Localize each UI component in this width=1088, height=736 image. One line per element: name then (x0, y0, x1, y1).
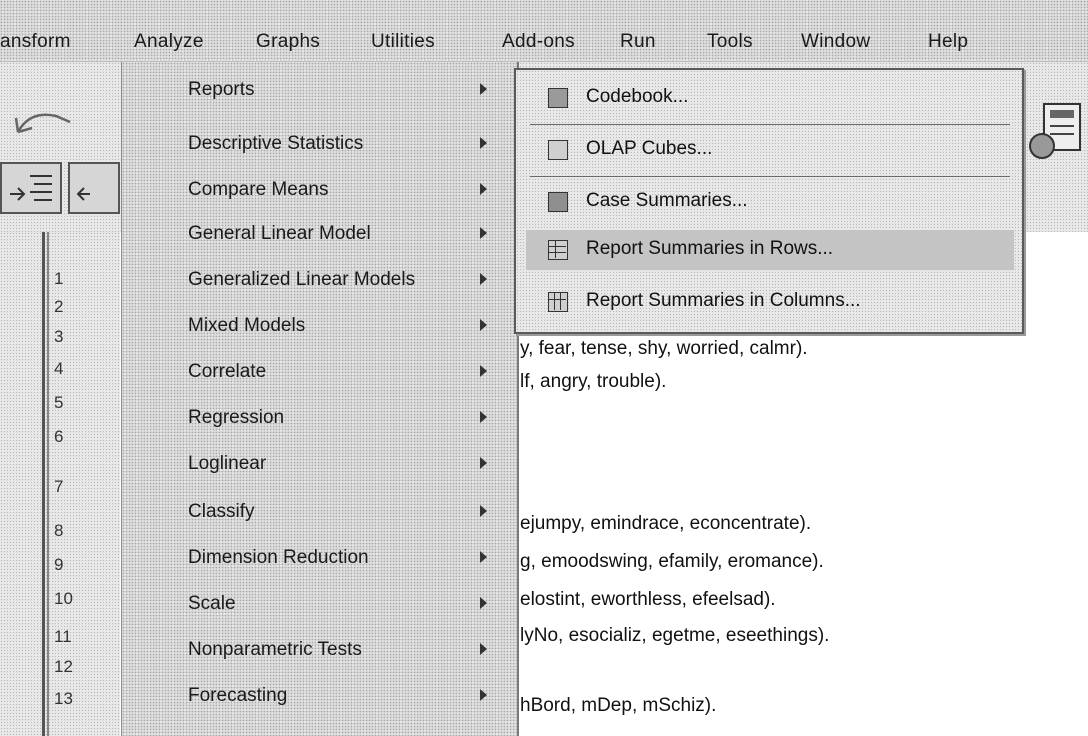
row-number: 13 (54, 689, 73, 708)
menu-item-forecasting[interactable]: Forecasting (188, 684, 287, 708)
syntax-line: lf, angry, trouble). (520, 371, 667, 392)
submenu-arrow-icon (480, 365, 487, 377)
submenu-arrow-icon (480, 319, 487, 331)
syntax-line: lyNo, esocializ, egetme, eseethings). (520, 625, 830, 646)
column-divider (42, 232, 45, 736)
menubar: ansform Analyze Graphs Utilities Add-ons… (0, 0, 1088, 62)
syntax-line: elostint, eworthless, efeelsad). (520, 589, 776, 610)
submenu-item-label: Codebook... (586, 86, 689, 107)
submenu-arrow-icon (480, 597, 487, 609)
menu-separator (530, 176, 1010, 177)
undo-icon[interactable] (10, 104, 80, 144)
submenu-item-report-summaries-columns[interactable]: Report Summaries in Columns... (526, 282, 1014, 322)
menu-graphs[interactable]: Graphs (256, 30, 320, 54)
menu-item-nonparametric-tests[interactable]: Nonparametric Tests (188, 638, 362, 662)
menu-item-classify[interactable]: Classify (188, 500, 255, 524)
goto-variable-icon (76, 187, 90, 201)
submenu-arrow-icon (480, 83, 487, 95)
menu-item-mixed-models[interactable]: Mixed Models (188, 314, 305, 338)
row-number: 8 (54, 521, 64, 540)
submenu-arrow-icon (480, 137, 487, 149)
menu-add-ons[interactable]: Add-ons (502, 30, 575, 54)
menu-item-descriptive-statistics[interactable]: Descriptive Statistics (188, 132, 363, 156)
submenu-arrow-icon (480, 457, 487, 469)
syntax-line: ejumpy, emindrace, econcentrate). (520, 513, 812, 534)
row-number: 6 (54, 427, 64, 446)
menu-item-correlate[interactable]: Correlate (188, 360, 266, 384)
row-number: 2 (54, 297, 64, 316)
reports-submenu: Codebook... OLAP Cubes... Case Summaries… (514, 68, 1024, 334)
row-number: 3 (54, 327, 64, 346)
row-number: 12 (54, 657, 73, 676)
menu-transform[interactable]: ansform (0, 30, 71, 54)
submenu-arrow-icon (480, 505, 487, 517)
submenu-arrow-icon (480, 643, 487, 655)
report-rows-icon (548, 240, 568, 260)
submenu-arrow-icon (480, 689, 487, 701)
menu-item-loglinear[interactable]: Loglinear (188, 452, 266, 476)
olap-cubes-icon (548, 140, 568, 160)
menu-help[interactable]: Help (928, 30, 968, 54)
menu-analyze[interactable]: Analyze (134, 30, 204, 54)
menu-tools[interactable]: Tools (707, 30, 753, 54)
menu-item-regression[interactable]: Regression (188, 406, 284, 430)
syntax-line: y, fear, tense, shy, worried, calmr). (520, 338, 808, 359)
report-columns-icon (548, 292, 568, 312)
menu-run[interactable]: Run (620, 30, 656, 54)
goto-variable-button[interactable] (68, 162, 120, 214)
row-number: 5 (54, 393, 64, 412)
row-number: 10 (54, 589, 73, 608)
submenu-item-case-summaries[interactable]: Case Summaries... (526, 182, 1014, 222)
submenu-item-report-summaries-rows[interactable]: Report Summaries in Rows... (526, 230, 1014, 270)
submenu-arrow-icon (480, 551, 487, 563)
menu-utilities[interactable]: Utilities (371, 30, 435, 54)
submenu-item-label: Report Summaries in Columns... (586, 290, 861, 311)
submenu-arrow-icon (480, 273, 487, 285)
syntax-line: g, emoodswing, efamily, eromance). (520, 551, 824, 572)
menu-item-compare-means[interactable]: Compare Means (188, 178, 328, 202)
column-divider-inner (47, 232, 49, 736)
analyze-menu: Reports Descriptive Statistics Compare M… (121, 62, 519, 736)
submenu-arrow-icon (480, 183, 487, 195)
script-icon[interactable] (1028, 100, 1086, 164)
menu-item-scale[interactable]: Scale (188, 592, 236, 616)
goto-case-button[interactable] (0, 162, 62, 214)
menu-item-generalized-linear-models[interactable]: Generalized Linear Models (188, 268, 415, 292)
menu-separator (530, 124, 1010, 125)
submenu-item-codebook[interactable]: Codebook... (526, 78, 1014, 118)
submenu-item-olap-cubes[interactable]: OLAP Cubes... (526, 130, 1014, 170)
submenu-item-label: Report Summaries in Rows... (586, 238, 834, 259)
submenu-arrow-icon (480, 227, 487, 239)
submenu-item-label: Case Summaries... (586, 190, 748, 211)
row-number: 1 (54, 269, 64, 288)
case-summaries-icon (548, 192, 568, 212)
row-number: 4 (54, 359, 64, 378)
row-number: 7 (54, 477, 64, 496)
menu-item-reports[interactable]: Reports (188, 78, 255, 102)
menu-window[interactable]: Window (801, 30, 870, 54)
row-number: 11 (54, 627, 72, 646)
menu-item-general-linear-model[interactable]: General Linear Model (188, 222, 371, 246)
submenu-item-label: OLAP Cubes... (586, 138, 713, 159)
syntax-line: hBord, mDep, mSchiz). (520, 695, 717, 716)
goto-case-icon (10, 175, 52, 201)
submenu-arrow-icon (480, 411, 487, 423)
row-number: 9 (54, 555, 64, 574)
codebook-icon (548, 88, 568, 108)
menu-item-dimension-reduction[interactable]: Dimension Reduction (188, 546, 369, 570)
